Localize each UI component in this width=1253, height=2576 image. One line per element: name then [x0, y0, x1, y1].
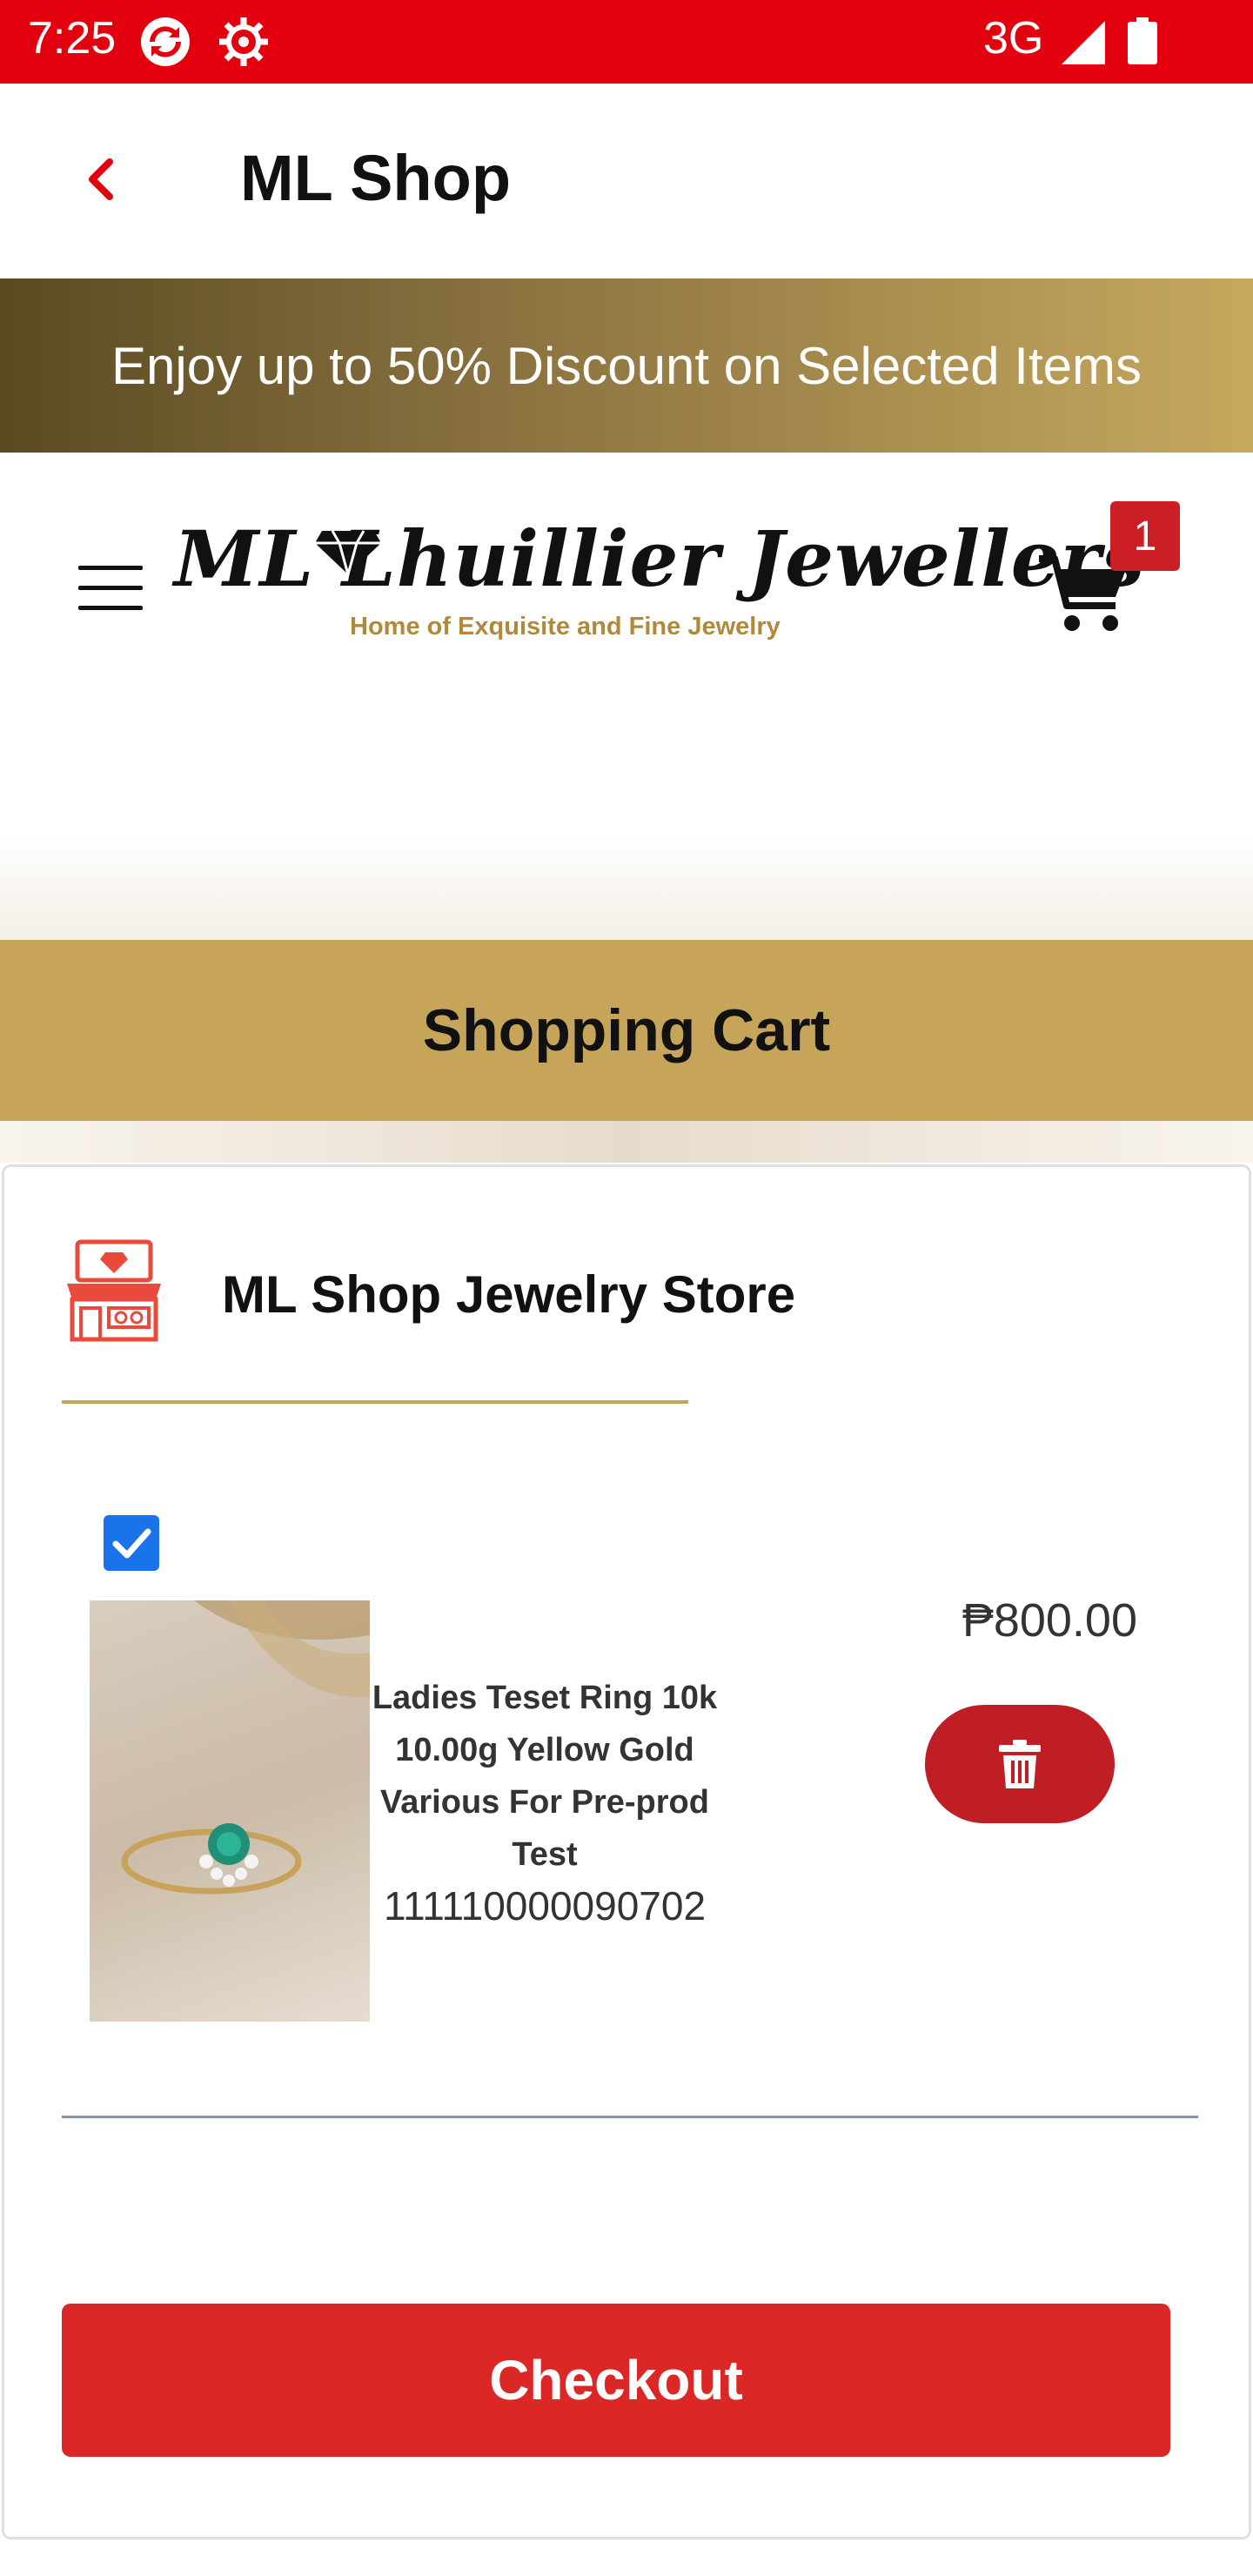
shopping-cart-title: Shopping Cart: [422, 997, 831, 1063]
store-card: ML Shop Jewelry Store Ladies Teset Ring …: [2, 1164, 1251, 2539]
trash-icon: [999, 1740, 1041, 1788]
page-title: ML Shop: [240, 142, 512, 214]
network-type: 3G: [983, 13, 1044, 64]
sync-icon: [141, 17, 190, 66]
diamond-icon: [315, 530, 381, 576]
app-bar: ML Shop: [0, 84, 1253, 278]
delete-button[interactable]: [925, 1705, 1115, 1823]
brand-tagline: Home of Exquisite and Fine Jewelry: [350, 613, 781, 641]
chevron-left-icon[interactable]: [77, 153, 129, 205]
product-name[interactable]: Ladies Teset Ring 10k 10.00g Yellow Gold…: [368, 1672, 721, 1881]
cart-count-badge: 1: [1110, 501, 1180, 571]
battery-icon: [1128, 17, 1157, 64]
ring-photo: [121, 1600, 370, 1895]
status-bar: 7:25 3G: [0, 0, 1253, 84]
store-name: ML Shop Jewelry Store: [222, 1265, 796, 1324]
product-image[interactable]: [90, 1600, 370, 2022]
store-icon: [67, 1239, 161, 1342]
hamburger-menu-icon[interactable]: [78, 566, 143, 614]
screen: 7:25 3G ML Shop Enjoy up to 50% Discount…: [0, 0, 1253, 2576]
checkmark-icon: [112, 1528, 151, 1559]
store-divider: [62, 1400, 688, 1404]
product-price: ₱800.00: [962, 1594, 1137, 1647]
item-divider: [62, 2116, 1198, 2118]
shopping-cart-heading: Shopping Cart: [0, 940, 1253, 1121]
signal-icon: [1062, 21, 1105, 64]
checkout-label: Checkout: [489, 2349, 743, 2412]
gear-icon: [219, 17, 268, 66]
promo-banner: Enjoy up to 50% Discount on Selected Ite…: [0, 278, 1253, 453]
product-sku: 111110000090702: [383, 1883, 707, 1929]
item-checkbox[interactable]: [104, 1515, 159, 1571]
divider-shadow: [0, 1121, 1253, 1163]
store-header: ML Lhuillier Jewellers Home of Exquisite…: [0, 453, 1253, 940]
promo-text: Enjoy up to 50% Discount on Selected Ite…: [111, 336, 1142, 395]
status-time: 7:25: [28, 13, 117, 64]
checkout-button[interactable]: Checkout: [62, 2304, 1170, 2457]
